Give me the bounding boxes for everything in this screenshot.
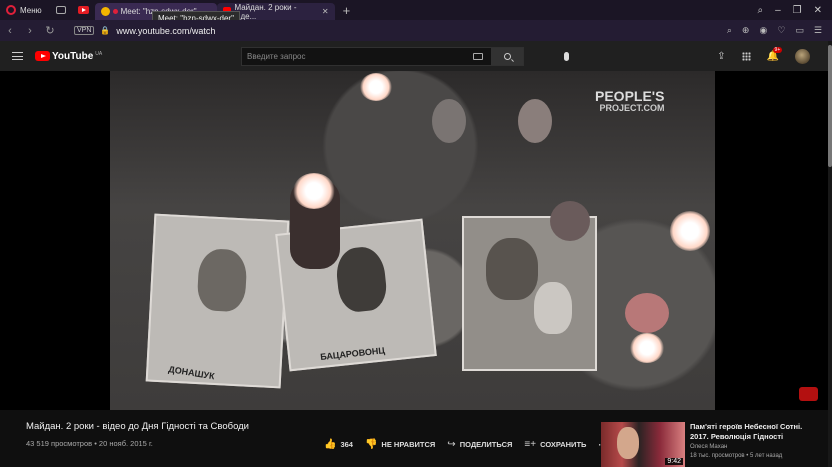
watermark: PEOPLE'S PROJECT.COM <box>595 89 664 113</box>
like-button[interactable]: 👍 364 <box>324 439 353 450</box>
meet-favicon-icon <box>100 7 110 16</box>
wallet-icon[interactable]: ▭ <box>795 25 804 36</box>
share-button[interactable]: ↪ ПОДЕЛИТЬСЯ <box>447 439 512 450</box>
reload-icon[interactable]: ↻ <box>40 24 60 37</box>
address-bar: ‹ › ↻ VPN 🔒 www.youtube.com/watch ⌕ ⊕ ◉ … <box>0 20 832 41</box>
tab-overview-icon[interactable] <box>55 6 66 14</box>
recommended-meta: 18 тыс. просмотров • 5 лет назад <box>690 453 783 459</box>
minimize-icon[interactable]: – <box>775 5 781 16</box>
recommended-age: 5 лет назад <box>750 453 783 459</box>
youtube-header-actions: ⇪ 🔔 9+ <box>717 47 810 64</box>
thumbs-up-icon: 👍 <box>324 439 337 450</box>
portrait-face <box>196 247 248 313</box>
portrait-face <box>486 238 538 300</box>
youtube-logo-text: YouTube <box>52 50 94 62</box>
candle <box>518 99 552 143</box>
recording-dot-icon <box>112 9 118 14</box>
dislike-button[interactable]: 👎 НЕ НРАВИТСЯ <box>365 439 435 450</box>
candle <box>432 99 466 143</box>
close-window-icon[interactable]: ✕ <box>814 5 822 16</box>
watermark-subtitle: PROJECT.COM <box>599 103 665 113</box>
notifications-button[interactable]: 🔔 9+ <box>767 47 783 62</box>
video-player[interactable]: ДОНАШУК БАЦАРОВОНЦ PEOPLE'S PROJECT.COM <box>0 71 828 410</box>
like-count: 364 <box>340 440 353 449</box>
upload-icon[interactable]: ⇪ <box>717 51 725 62</box>
vpn-badge[interactable]: VPN <box>74 26 95 35</box>
snapshot-icon[interactable]: ◉ <box>759 25 767 36</box>
photo-caption: БАЦАРОВОНЦ <box>319 345 386 363</box>
photo-caption: ДОНАШУК <box>167 364 216 382</box>
lock-icon[interactable]: 🔒 <box>100 26 110 35</box>
region-code: UA <box>95 50 103 57</box>
video-duration: 9:42 <box>665 458 683 465</box>
tab-search-icon[interactable]: ⌕ <box>757 5 763 16</box>
address-bar-tools: ⌕ ⊕ ◉ ♡ ▭ ☰ <box>727 25 832 36</box>
view-count: 43 519 просмотров <box>26 439 93 448</box>
recommended-info: Пам'яті героїв Небесної Сотні. 2017. Рев… <box>690 422 820 467</box>
video-meta: 43 519 просмотров • 20 нояб. 2015 г. <box>26 439 153 448</box>
forward-icon[interactable]: › <box>20 25 40 37</box>
recommended-thumbnail[interactable]: 9:42 <box>601 422 685 467</box>
candle <box>625 293 669 333</box>
back-icon[interactable]: ‹ <box>0 25 20 37</box>
candle-flame <box>293 173 335 209</box>
youtube-header: YouTube UA ⇪ 🔔 9+ <box>0 41 828 71</box>
save-label: СОХРАНИТЬ <box>540 440 587 449</box>
video-actions: 👍 364 👎 НЕ НРАВИТСЯ ↪ ПОДЕЛИТЬСЯ ≡+ СОХР… <box>324 439 607 450</box>
search-page-icon[interactable]: ⌕ <box>727 25 732 36</box>
candle-flame <box>670 211 710 251</box>
save-button[interactable]: ≡+ СОХРАНИТЬ <box>524 439 586 450</box>
search-button[interactable] <box>491 48 523 65</box>
scrollbar-thumb[interactable] <box>828 45 832 167</box>
youtube-play-icon <box>35 51 50 61</box>
youtube-watermark-icon[interactable] <box>799 387 818 401</box>
portrait-child-face <box>534 282 572 334</box>
watermark-title: PEOPLE'S <box>595 88 665 104</box>
bookmark-icon[interactable]: ♡ <box>777 25 785 36</box>
guide-menu-icon[interactable] <box>12 52 23 60</box>
search-icon <box>503 53 511 60</box>
upload-date: 20 нояб. 2015 г. <box>98 439 153 448</box>
youtube-pinned-icon[interactable] <box>77 6 89 14</box>
restore-icon[interactable]: ❐ <box>793 5 802 16</box>
browser-tab-strip: Меню Meet: "hzn-sdwx-der" Майдан. 2 роки… <box>0 0 832 21</box>
portrait-face <box>334 245 389 314</box>
candle <box>550 201 590 241</box>
new-tab-icon[interactable]: + <box>343 4 351 17</box>
menu-label: Меню <box>20 5 42 15</box>
close-tab-icon[interactable]: ✕ <box>322 7 329 16</box>
thumbs-down-icon: 👎 <box>364 439 378 450</box>
opera-logo-icon <box>6 5 16 15</box>
url-field[interactable]: www.youtube.com/watch <box>116 26 215 36</box>
search-box <box>241 47 524 66</box>
recommended-title[interactable]: Пам'яті героїв Небесної Сотні. 2017. Рев… <box>690 422 820 442</box>
playlist-add-icon: ≡+ <box>524 439 537 450</box>
window-controls: ⌕ – ❐ ✕ <box>757 5 832 16</box>
apps-icon[interactable] <box>741 52 751 61</box>
youtube-logo[interactable]: YouTube UA <box>35 51 102 62</box>
share-icon: ↪ <box>447 439 456 450</box>
notification-count: 9+ <box>772 47 783 53</box>
memorial-photo-1: ДОНАШУК <box>145 213 290 389</box>
zoom-icon[interactable]: ⊕ <box>742 25 750 36</box>
avatar[interactable] <box>795 49 810 64</box>
page-scrollbar[interactable] <box>828 41 832 467</box>
video-title: Майдан. 2 роки - відео до Дня Гідності т… <box>26 421 249 432</box>
voice-search-icon[interactable] <box>564 52 569 61</box>
video-frame[interactable]: ДОНАШУК БАЦАРОВОНЦ PEOPLE'S PROJECT.COM <box>110 71 715 410</box>
browser-menu-button[interactable]: Меню <box>0 0 50 20</box>
recommended-video[interactable]: 9:42 Пам'яті героїв Небесної Сотні. 2017… <box>601 422 821 467</box>
recommended-views: 18 тыс. просмотров <box>690 453 745 459</box>
tab-title: Майдан. 2 роки - віде... <box>234 2 297 21</box>
share-label: ПОДЕЛИТЬСЯ <box>459 440 513 449</box>
easy-setup-icon[interactable]: ☰ <box>814 25 822 36</box>
candle-flame <box>630 333 664 363</box>
dislike-label: НЕ НРАВИТСЯ <box>381 440 436 449</box>
thumbnail-face <box>617 427 639 459</box>
candle-flame <box>360 73 392 101</box>
search-input[interactable] <box>242 52 473 61</box>
recommended-channel[interactable]: Олеся Махан <box>690 443 820 451</box>
keyboard-icon[interactable] <box>473 53 483 60</box>
